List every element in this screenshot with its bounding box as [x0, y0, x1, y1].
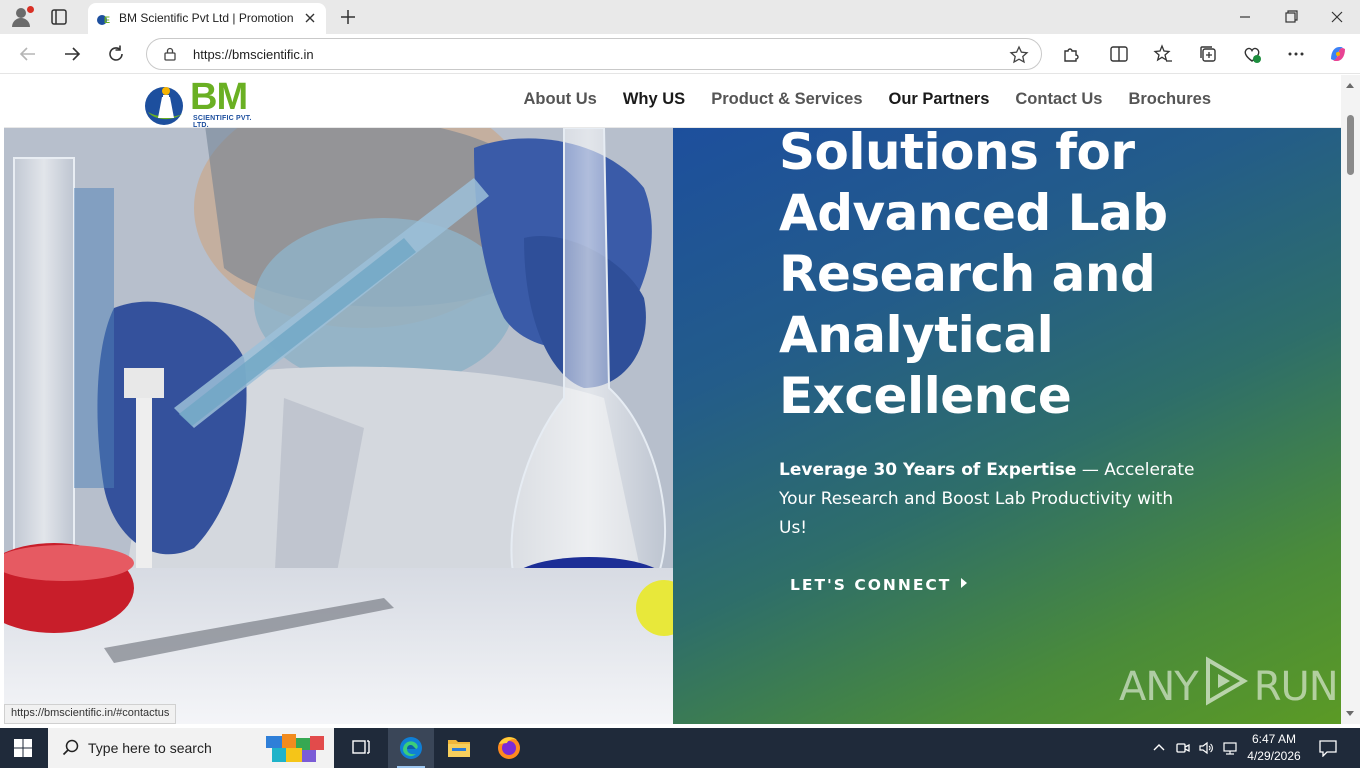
hero-heading-line: Analytical: [779, 306, 1054, 364]
forward-icon[interactable]: [61, 43, 83, 65]
tab-title: BM Scientific Pvt Ltd | Promotion: [119, 11, 294, 25]
browser-essentials-icon[interactable]: [1241, 43, 1263, 65]
web-page: BM SCIENTIFIC PVT. LTD. About Us Why US …: [4, 75, 1341, 724]
close-window-icon[interactable]: [1322, 6, 1352, 28]
file-explorer-icon[interactable]: [436, 728, 482, 768]
hero-heading-line: Advanced Lab: [779, 184, 1168, 242]
restore-icon[interactable]: [1276, 6, 1306, 28]
copilot-icon[interactable]: [1327, 43, 1349, 65]
hero-subtitle-bold: Leverage 30 Years of Expertise: [779, 460, 1077, 480]
search-placeholder[interactable]: Type here to search: [88, 740, 212, 756]
nav-brochures[interactable]: Brochures: [1128, 90, 1211, 109]
windows-taskbar: Type here to search 6:47 AM 4/29/2026: [0, 728, 1360, 768]
hero-text-panel: Solutions for Advanced Lab Research and …: [673, 123, 1341, 724]
scroll-down-arrow-icon[interactable]: [1346, 711, 1354, 716]
browser-tab-bar: E BM Scientific Pvt Ltd | Promotion: [0, 0, 1360, 34]
notifications-icon[interactable]: [1318, 739, 1338, 757]
nav-contact-us[interactable]: Contact Us: [1015, 90, 1102, 109]
taskbar-search-box[interactable]: Type here to search: [48, 728, 334, 768]
collections-icon[interactable]: [1197, 43, 1219, 65]
lets-connect-label[interactable]: LET'S CONNECT: [790, 576, 951, 594]
firefox-icon[interactable]: [486, 728, 532, 768]
anyrun-watermark: ANY RUN: [1119, 656, 1339, 710]
nav-product-services[interactable]: Product & Services: [711, 90, 862, 109]
lock-icon[interactable]: [163, 47, 177, 61]
main-navigation: About Us Why US Product & Services Our P…: [524, 90, 1211, 109]
bm-scientific-logo[interactable]: BM SCIENTIFIC PVT. LTD.: [142, 76, 266, 129]
task-view-icon[interactable]: [338, 728, 384, 768]
hero-heading-line: Research and: [779, 245, 1156, 303]
clock-date: 4/29/2026: [1247, 749, 1301, 763]
hero-subtitle: Leverage 30 Years of Expertise — Acceler…: [779, 456, 1199, 543]
site-header: BM SCIENTIFIC PVT. LTD. About Us Why US …: [4, 75, 1341, 129]
play-logo-icon: [1205, 656, 1248, 706]
svg-text:E: E: [104, 15, 110, 25]
back-icon[interactable]: [17, 43, 39, 65]
favicon-icon: E: [97, 15, 110, 25]
hero-lab-image: [4, 128, 673, 724]
windows-start-icon[interactable]: [14, 739, 32, 757]
lets-connect-button[interactable]: LET'S CONNECT: [790, 576, 968, 594]
search-icon: [62, 739, 79, 756]
hero-heading-line: Solutions for: [779, 123, 1135, 181]
scrollbar-thumb[interactable]: [1347, 115, 1354, 175]
hero-heading-line: Excellence: [779, 367, 1072, 425]
address-bar[interactable]: https://bmscientific.in: [146, 38, 1042, 70]
network-icon[interactable]: [1222, 740, 1238, 756]
logo-subtext: SCIENTIFIC PVT. LTD.: [193, 115, 252, 129]
watermark-text-right: RUN: [1253, 664, 1339, 710]
taskbar-edge-app[interactable]: [388, 728, 434, 768]
show-hidden-icons-icon[interactable]: [1151, 740, 1167, 756]
extensions-icon[interactable]: [1060, 43, 1082, 65]
logo-text: BM: [190, 76, 248, 118]
tab-actions-icon[interactable]: [50, 8, 68, 26]
caret-right-icon: [961, 578, 968, 588]
nav-our-partners[interactable]: Our Partners: [889, 90, 990, 109]
nav-why-us[interactable]: Why US: [623, 90, 685, 109]
url-text[interactable]: https://bmscientific.in: [193, 47, 314, 62]
link-status-bar: https://bmscientific.in/#contactus: [4, 704, 177, 724]
edge-icon: [400, 737, 422, 759]
tab-bm-scientific[interactable]: E BM Scientific Pvt Ltd | Promotion: [88, 3, 326, 34]
more-menu-icon[interactable]: [1285, 43, 1307, 65]
volume-icon[interactable]: [1198, 740, 1214, 756]
system-clock[interactable]: 6:47 AM 4/29/2026: [1246, 731, 1302, 765]
watermark-text-left: ANY: [1119, 664, 1199, 710]
refresh-icon[interactable]: [105, 43, 127, 65]
new-tab-icon[interactable]: [338, 7, 358, 27]
logo-emblem-icon: [145, 87, 183, 125]
search-highlight-puzzle-icon: [266, 734, 324, 762]
favorites-icon[interactable]: [1152, 43, 1174, 65]
meet-now-icon[interactable]: [1175, 740, 1191, 756]
profile-icon[interactable]: [10, 6, 34, 28]
page-scrollbar[interactable]: [1341, 75, 1360, 724]
nav-about-us[interactable]: About Us: [524, 90, 597, 109]
hero-section: Solutions for Advanced Lab Research and …: [4, 123, 1341, 724]
clock-time: 6:47 AM: [1251, 732, 1297, 746]
minimize-icon[interactable]: [1230, 6, 1260, 28]
scroll-up-arrow-icon[interactable]: [1346, 83, 1354, 88]
browser-toolbar: https://bmscientific.in: [0, 34, 1360, 74]
close-tab-icon[interactable]: [302, 10, 318, 26]
split-screen-icon[interactable]: [1108, 43, 1130, 65]
favorite-star-icon[interactable]: [1009, 45, 1029, 65]
hero-heading: Solutions for Advanced Lab Research and …: [779, 122, 1299, 427]
